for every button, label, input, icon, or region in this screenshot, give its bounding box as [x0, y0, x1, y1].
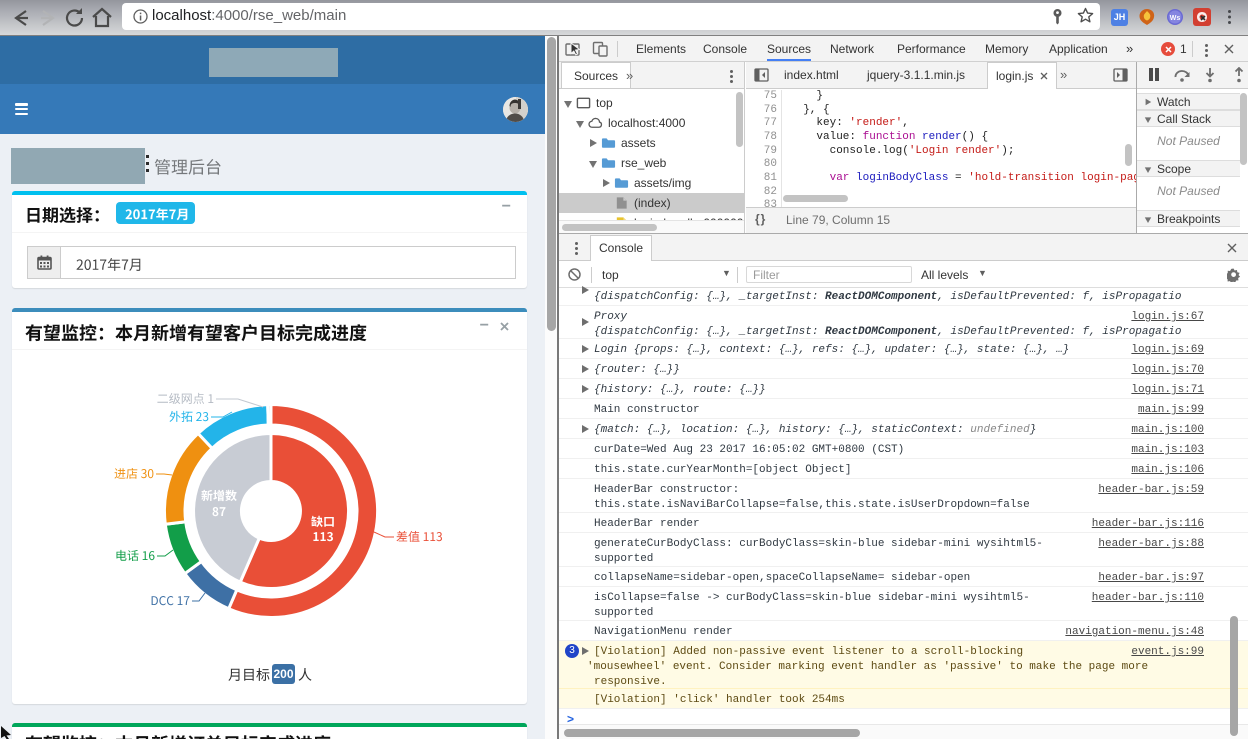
svg-text:Ws: Ws: [1170, 15, 1181, 22]
